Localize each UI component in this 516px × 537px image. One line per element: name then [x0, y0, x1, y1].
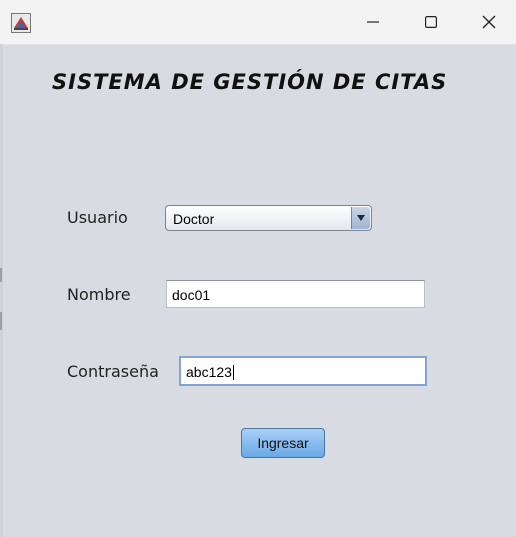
text-caret	[232, 365, 234, 380]
login-window: SISTEMA DE GESTIÓN DE CITAS Usuario Doct…	[0, 0, 516, 537]
password-input[interactable]: abc123	[179, 356, 427, 386]
user-select-value: Doctor	[173, 211, 215, 227]
user-select[interactable]: Doctor	[165, 205, 372, 231]
minimize-icon	[367, 21, 379, 23]
name-label: Nombre	[67, 285, 131, 304]
user-label: Usuario	[67, 208, 128, 227]
left-edge-mark	[0, 268, 2, 282]
login-button-label: Ingresar	[257, 435, 309, 451]
name-input[interactable]: doc01	[166, 280, 425, 308]
minimize-button[interactable]	[344, 0, 402, 44]
password-label: Contraseña	[67, 362, 159, 381]
chevron-down-icon	[357, 215, 365, 221]
left-edge-mark	[0, 312, 2, 330]
page-title: SISTEMA DE GESTIÓN DE CITAS	[52, 70, 448, 94]
java-app-icon[interactable]	[11, 13, 31, 33]
window-left-edge	[0, 44, 3, 537]
login-button[interactable]: Ingresar	[241, 428, 325, 458]
name-input-value: doc01	[172, 287, 211, 303]
password-input-value: abc123	[186, 364, 232, 380]
close-button[interactable]	[460, 0, 516, 44]
dropdown-arrow-button[interactable]	[351, 207, 370, 229]
maximize-icon	[425, 16, 437, 28]
title-bar	[0, 0, 516, 45]
close-icon	[482, 15, 496, 29]
maximize-button[interactable]	[402, 0, 460, 44]
